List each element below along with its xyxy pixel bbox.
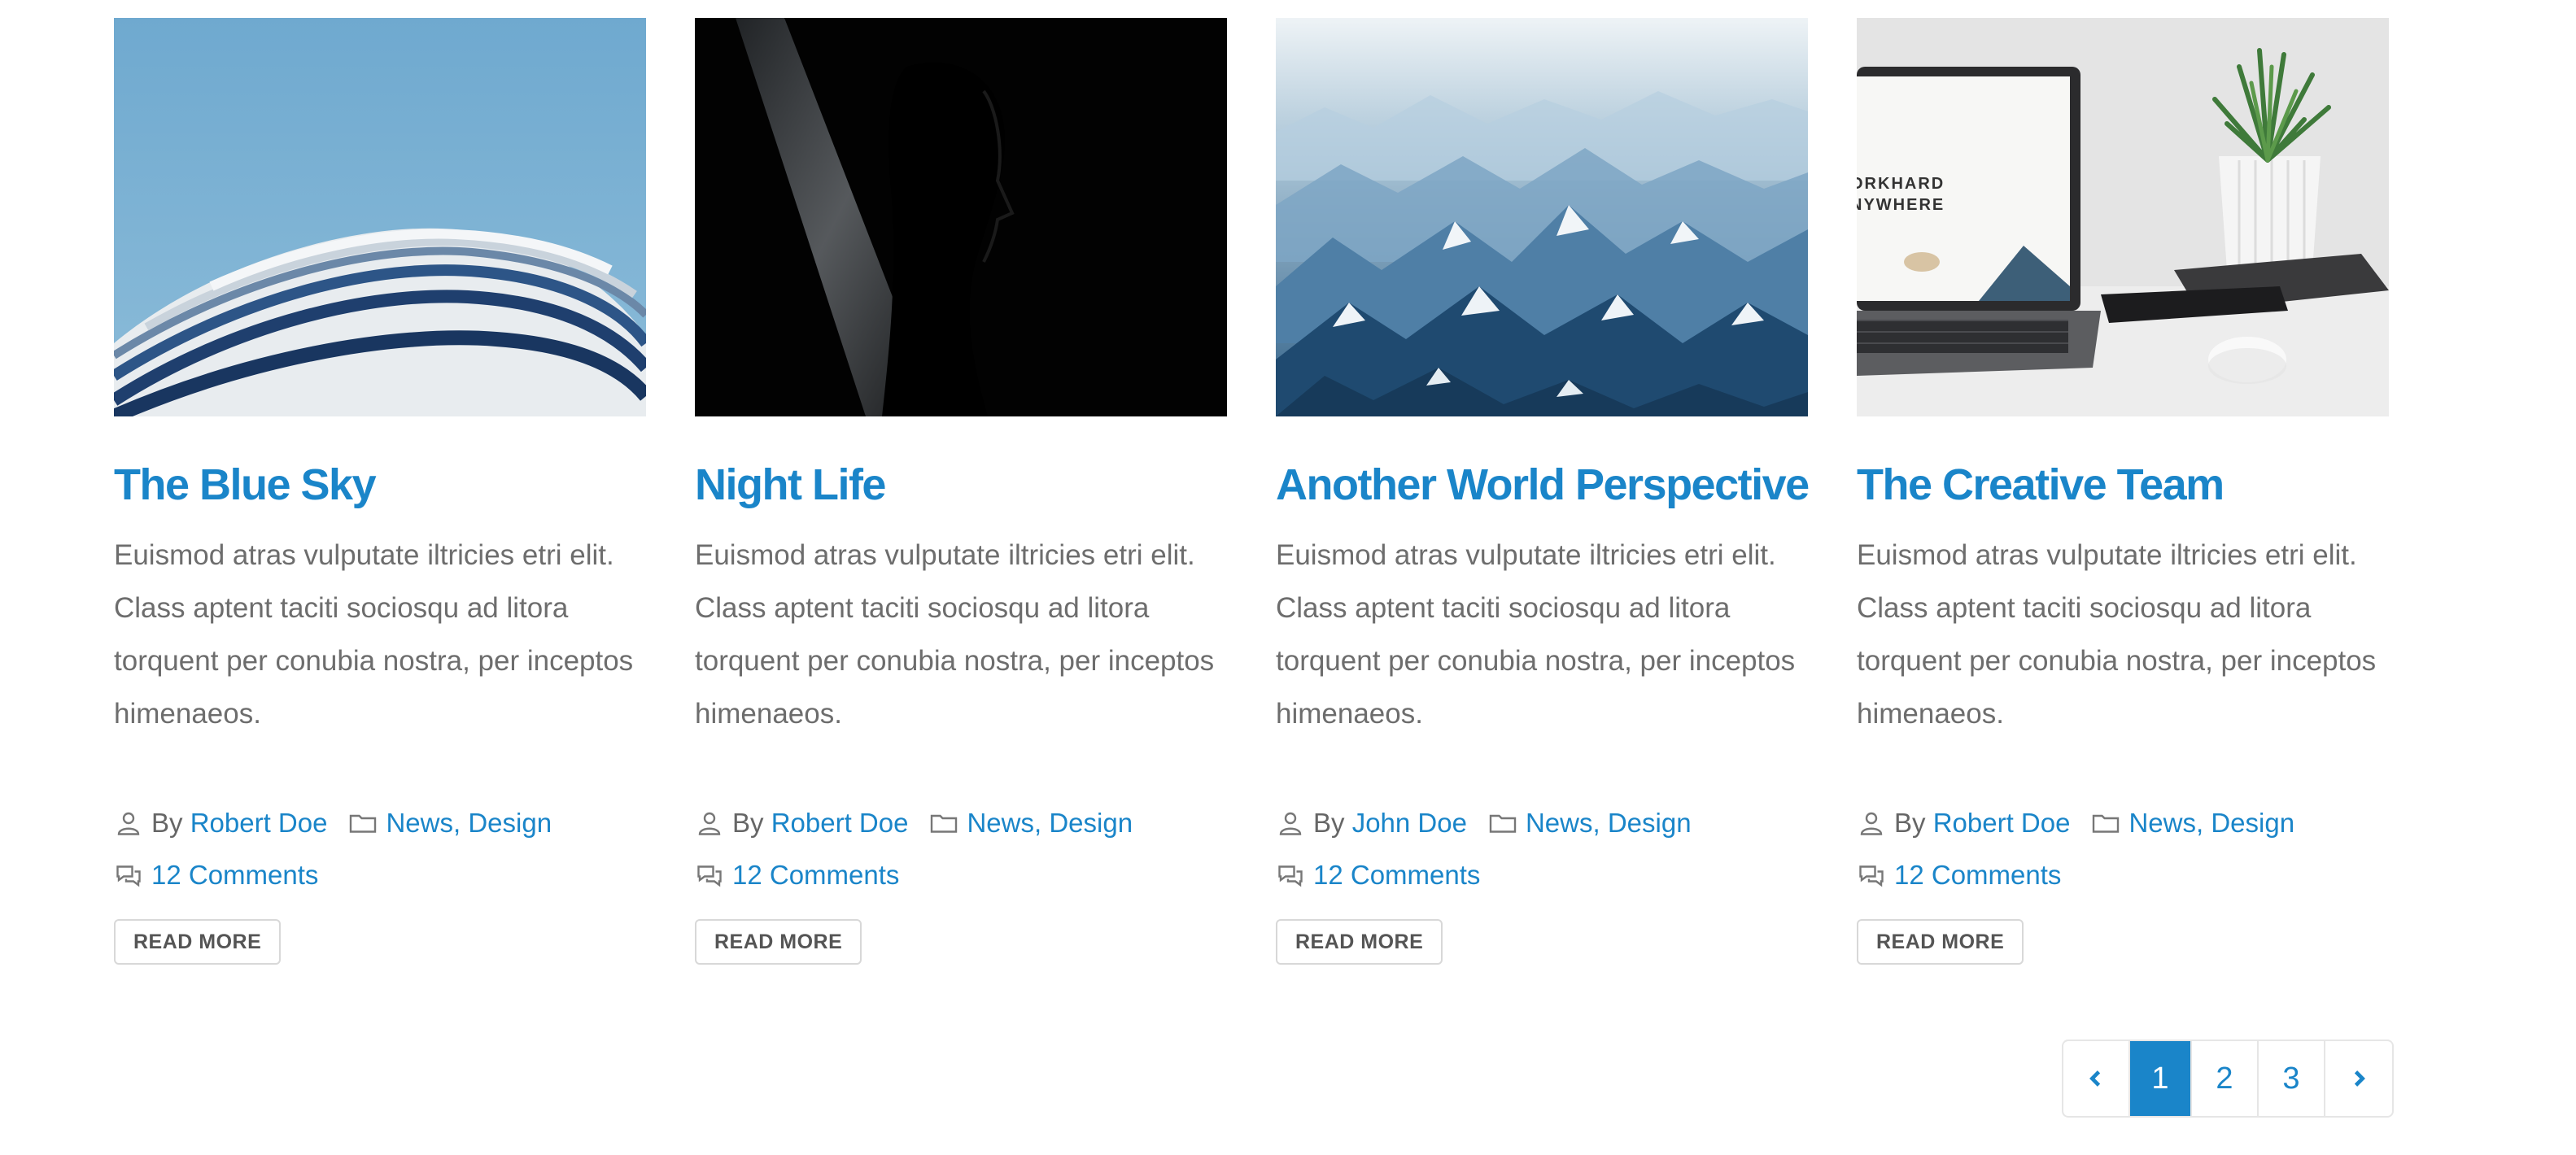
user-icon bbox=[1276, 808, 1305, 838]
category-link-news[interactable]: News bbox=[1526, 797, 1593, 849]
comments-icon bbox=[1276, 861, 1305, 890]
category-link-design[interactable]: Design bbox=[2211, 797, 2294, 849]
category-link-news[interactable]: News bbox=[967, 797, 1034, 849]
chevron-left-icon bbox=[2089, 1070, 2101, 1087]
author-link[interactable]: John Doe bbox=[1352, 797, 1467, 849]
author-link[interactable]: Robert Doe bbox=[771, 797, 909, 849]
post-excerpt: Euismod atras vulputate iltricies etri e… bbox=[695, 539, 1215, 730]
architecture-image bbox=[114, 18, 646, 416]
post-thumbnail-architecture[interactable] bbox=[114, 18, 646, 416]
category-link-design[interactable]: Design bbox=[1049, 797, 1133, 849]
folder-icon bbox=[2091, 808, 2120, 838]
user-icon bbox=[695, 808, 724, 838]
post-meta: By Robert Doe News, Design 12 Comments bbox=[1857, 797, 2389, 901]
post-meta: By Robert Doe News, Design 12 Comments bbox=[114, 797, 646, 901]
category-link-news[interactable]: News bbox=[386, 797, 453, 849]
author-link[interactable]: Robert Doe bbox=[1933, 797, 2071, 849]
page-2-button[interactable]: 2 bbox=[2192, 1041, 2259, 1116]
comments-icon bbox=[114, 861, 143, 890]
post-title[interactable]: The Creative Team bbox=[1857, 459, 2389, 511]
post-card: Another World Perspective Euismod atras … bbox=[1276, 18, 1810, 965]
by-label: By bbox=[151, 808, 183, 838]
laptop-desk-image: ORKHARD NYWHERE bbox=[1857, 18, 2389, 416]
by-label: By bbox=[1313, 808, 1345, 838]
post-thumbnail-mountains[interactable] bbox=[1276, 18, 1808, 416]
post-excerpt: Euismod atras vulputate iltricies etri e… bbox=[114, 539, 634, 730]
folder-icon bbox=[1488, 808, 1517, 838]
author-link[interactable]: Robert Doe bbox=[190, 797, 328, 849]
read-more-button[interactable]: READ MORE bbox=[114, 919, 282, 965]
post-card: Night Life Euismod atras vulputate iltri… bbox=[695, 18, 1227, 965]
comments-icon bbox=[1857, 861, 1886, 890]
laptop-screen-text-2: NYWHERE bbox=[1857, 196, 1945, 214]
mountains-image bbox=[1276, 18, 1808, 416]
folder-icon bbox=[929, 808, 958, 838]
read-more-button[interactable]: READ MORE bbox=[1276, 919, 1443, 965]
post-thumbnail-silhouette[interactable] bbox=[695, 18, 1227, 416]
post-thumbnail-laptop[interactable]: ORKHARD NYWHERE bbox=[1857, 18, 2389, 416]
category-link-design[interactable]: Design bbox=[1608, 797, 1692, 849]
prev-page-button[interactable] bbox=[2063, 1041, 2130, 1116]
user-icon bbox=[114, 808, 143, 838]
post-excerpt: Euismod atras vulputate iltricies etri e… bbox=[1276, 539, 1796, 730]
by-label: By bbox=[732, 808, 764, 838]
post-card: The Blue Sky Euismod atras vulputate ilt… bbox=[114, 18, 646, 965]
laptop-screen-text-1: ORKHARD bbox=[1857, 175, 1945, 193]
post-title[interactable]: The Blue Sky bbox=[114, 459, 646, 511]
user-icon bbox=[1857, 808, 1886, 838]
comments-link[interactable]: 12 Comments bbox=[1313, 849, 1480, 901]
read-more-button[interactable]: READ MORE bbox=[695, 919, 862, 965]
comments-link[interactable]: 12 Comments bbox=[151, 849, 318, 901]
page-3-button[interactable]: 3 bbox=[2259, 1041, 2325, 1116]
post-meta: By John Doe News, Design 12 Comments bbox=[1276, 797, 1808, 901]
post-meta: By Robert Doe News, Design 12 Comments bbox=[695, 797, 1227, 901]
chevron-right-icon bbox=[2354, 1070, 2365, 1087]
comments-link[interactable]: 12 Comments bbox=[732, 849, 899, 901]
category-link-news[interactable]: News bbox=[2128, 797, 2196, 849]
blog-post-grid: The Blue Sky Euismod atras vulputate ilt… bbox=[114, 18, 2392, 965]
by-label: By bbox=[1894, 808, 1926, 838]
comments-icon bbox=[695, 861, 724, 890]
comments-link[interactable]: 12 Comments bbox=[1894, 849, 2061, 901]
folder-icon bbox=[348, 808, 378, 838]
silhouette-image bbox=[695, 18, 1227, 416]
pagination: 1 2 3 bbox=[2062, 1040, 2394, 1118]
page-1-button[interactable]: 1 bbox=[2130, 1041, 2192, 1116]
post-title[interactable]: Another World Perspective bbox=[1276, 459, 1810, 511]
post-title[interactable]: Night Life bbox=[695, 459, 1227, 511]
read-more-button[interactable]: READ MORE bbox=[1857, 919, 2024, 965]
post-card: ORKHARD NYWHERE The Creative Team Euismo… bbox=[1857, 18, 2389, 965]
category-link-design[interactable]: Design bbox=[468, 797, 552, 849]
next-page-button[interactable] bbox=[2325, 1041, 2392, 1116]
post-excerpt: Euismod atras vulputate iltricies etri e… bbox=[1857, 539, 2377, 730]
